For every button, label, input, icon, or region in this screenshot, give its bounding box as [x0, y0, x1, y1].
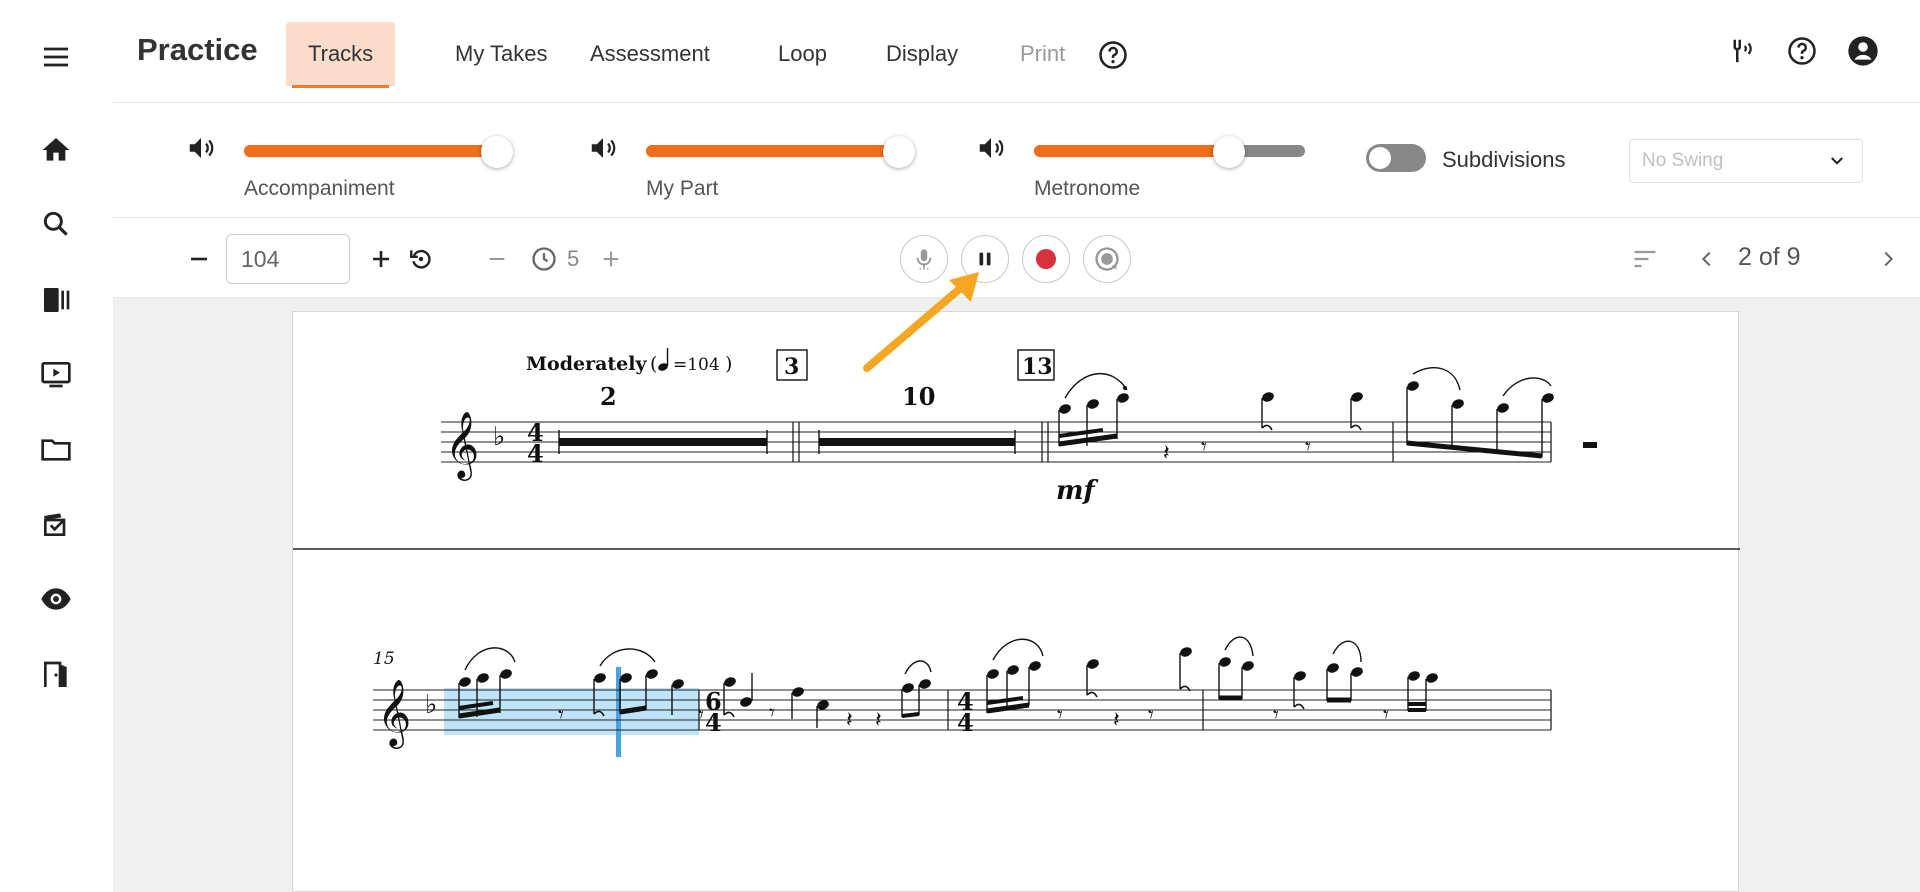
tempo-value: =104	[673, 355, 720, 375]
page-indicator: 2 of 9	[1738, 243, 1801, 271]
svg-text:♭: ♭	[493, 422, 505, 452]
help-icon[interactable]	[1098, 40, 1128, 70]
folder-icon[interactable]	[35, 429, 77, 471]
tab-assessment[interactable]: Assessment	[568, 22, 732, 86]
svg-text:(: (	[650, 353, 657, 375]
svg-text:♭: ♭	[425, 690, 437, 720]
time-sig-bottom: 4	[705, 708, 722, 737]
svg-text:𝄽: 𝄽	[1113, 708, 1120, 733]
sheet-music: 𝄞 ♭ 4 4 Moderately ( =104 ) 2 3 10 13 mf…	[293, 348, 1740, 757]
dynamic-marking: mf	[1056, 476, 1099, 506]
tab-my-takes[interactable]: My Takes	[433, 22, 570, 86]
svg-text:𝄽: 𝄽	[1163, 441, 1170, 466]
reset-tempo-icon[interactable]	[404, 242, 438, 276]
tuner-icon[interactable]	[1723, 33, 1759, 69]
tempo-marking: Moderately	[526, 353, 647, 375]
clock-icon	[527, 242, 561, 276]
count-in-decrease-button[interactable]	[480, 242, 514, 276]
menu-icon[interactable]	[35, 36, 77, 78]
multirest-count: 2	[600, 382, 617, 411]
next-page-button[interactable]	[1871, 242, 1905, 276]
annotation-arrow	[863, 272, 979, 372]
volume-icon[interactable]	[186, 133, 216, 163]
svg-text:𝄽: 𝄽	[846, 708, 853, 733]
record-button[interactable]	[1022, 235, 1070, 283]
assignment-icon[interactable]	[35, 503, 77, 545]
system-2: 15 𝄞 ♭ 𝄾 𝄾 6 4 𝄾 𝄽 𝄽 4 4 𝄾 𝄽 𝄾 𝄾 𝄾	[373, 636, 1552, 757]
swing-select-value: No Swing	[1642, 150, 1724, 171]
loop-record-icon	[1095, 247, 1119, 271]
tab-display[interactable]: Display	[864, 22, 980, 86]
tab-print[interactable]: Print	[998, 22, 1087, 86]
help-icon[interactable]	[1784, 33, 1820, 69]
video-icon[interactable]	[35, 353, 77, 395]
account-icon[interactable]	[1845, 33, 1881, 69]
library-icon[interactable]	[35, 279, 77, 321]
volume-icon[interactable]	[588, 133, 618, 163]
tempo-decrease-button[interactable]	[182, 242, 216, 276]
swing-select[interactable]: No Swing	[1629, 139, 1863, 183]
page-title: Practice	[137, 32, 258, 67]
sort-icon[interactable]	[1626, 240, 1664, 278]
treble-clef: 𝄞	[445, 410, 479, 481]
accompaniment-slider[interactable]	[244, 136, 513, 168]
transport-row: 5 2 of 9	[113, 218, 1920, 298]
top-nav: Practice Tracks My Takes Assessment Loop…	[113, 0, 1920, 103]
rehearsal-mark: 13	[1022, 354, 1053, 380]
svg-text:): )	[725, 353, 732, 375]
accompaniment-label: Accompaniment	[244, 177, 395, 200]
my-part-slider[interactable]	[646, 136, 915, 168]
measure-number: 15	[373, 649, 395, 669]
mixer-row: Accompaniment My Part Metronome Subdivis…	[113, 103, 1920, 218]
svg-text:𝄞: 𝄞	[377, 678, 411, 749]
svg-text:𝄾: 𝄾	[558, 703, 564, 728]
score-sheet[interactable]: 𝄞 ♭ 4 4 Moderately ( =104 ) 2 3 10 13 mf…	[292, 311, 1740, 892]
svg-text:𝄾: 𝄾	[1383, 703, 1389, 728]
volume-icon[interactable]	[976, 133, 1006, 163]
svg-text:𝄾: 𝄾	[769, 701, 775, 726]
tempo-input[interactable]	[226, 234, 350, 284]
multirest-count: 10	[902, 382, 935, 411]
home-icon[interactable]	[35, 129, 77, 171]
sidebar	[0, 0, 113, 892]
svg-text:𝄾: 𝄾	[1305, 435, 1311, 460]
loop-record-button[interactable]	[1083, 235, 1131, 283]
svg-text:𝄾: 𝄾	[1273, 703, 1279, 728]
record-icon	[1036, 249, 1056, 269]
subdivisions-toggle[interactable]	[1366, 144, 1426, 172]
system-1: 𝄞 ♭ 4 4 Moderately ( =104 ) 2 3 10 13 mf…	[441, 348, 1597, 506]
svg-text:𝄾: 𝄾	[1201, 435, 1207, 460]
subdivisions-label: Subdivisions	[1442, 147, 1566, 172]
metronome-label: Metronome	[1034, 177, 1141, 200]
count-in-increase-button[interactable]	[594, 242, 628, 276]
exit-icon[interactable]	[35, 654, 77, 696]
time-sig-bottom: 4	[957, 708, 974, 737]
svg-text:𝄾: 𝄾	[1148, 703, 1154, 728]
tab-loop[interactable]: Loop	[756, 22, 849, 86]
svg-text:𝄽: 𝄽	[875, 708, 882, 733]
rehearsal-mark: 3	[784, 354, 799, 380]
view-icon[interactable]	[35, 578, 77, 620]
count-in-value: 5	[567, 246, 580, 271]
metronome-slider[interactable]	[1034, 136, 1305, 168]
tempo-increase-button[interactable]	[364, 242, 398, 276]
my-part-label: My Part	[646, 177, 719, 200]
search-icon[interactable]	[35, 203, 77, 245]
time-sig-bottom: 4	[527, 439, 544, 468]
previous-page-button[interactable]	[1690, 242, 1724, 276]
chevron-down-icon	[1831, 157, 1843, 165]
tab-tracks[interactable]: Tracks	[286, 22, 396, 88]
svg-text:𝄾: 𝄾	[1057, 703, 1063, 728]
